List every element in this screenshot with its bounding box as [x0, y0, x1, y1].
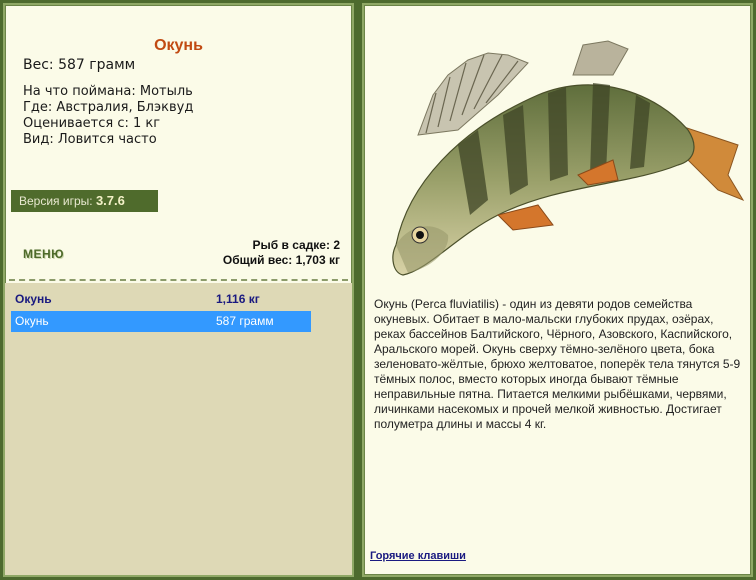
catch-weight: 587 грамм	[216, 314, 274, 328]
fish-value: Оценивается с: 1 кг	[23, 116, 161, 131]
catch-weight: 1,116 кг	[216, 292, 260, 306]
catch-name: Окунь	[15, 314, 49, 328]
fish-weight: Вес: 587 грамм	[23, 57, 136, 73]
version-label: Версия игры:	[19, 194, 96, 208]
fish-description: Окунь (Perca fluviatilis) - один из девя…	[374, 297, 741, 431]
fish-info-panel: Окунь Вес: 587 грамм На что поймана: Мот…	[3, 3, 354, 577]
version-number: 3.7.6	[95, 193, 125, 208]
keepnet-count: Рыб в садке: 2	[252, 238, 340, 252]
fish-bait: На что поймана: Мотыль	[23, 84, 193, 99]
menu-button[interactable]: МЕНЮ	[23, 247, 64, 261]
keepnet-total-weight: Общий вес: 1,703 кг	[222, 253, 340, 267]
game-version-badge: Версия игры: 3.7.6	[11, 190, 158, 212]
fish-location: Где: Австралия, Блэквуд	[23, 100, 194, 115]
hotkeys-link[interactable]: Горячие клавиши	[370, 550, 466, 562]
perch-fish-image	[392, 40, 745, 276]
keepnet-stats: Рыб в садке: 2 Общий вес: 1,703 кг	[223, 238, 340, 268]
catch-row-1[interactable]: Окунь 1,116 кг	[11, 289, 311, 310]
fish-title: Окунь	[154, 37, 203, 54]
fish-frequency: Вид: Ловится часто	[23, 132, 157, 147]
divider	[9, 279, 348, 281]
fish-description-panel: Окунь (Perca fluviatilis) - один из девя…	[362, 3, 753, 577]
catch-row-2-selected[interactable]: Окунь 587 грамм	[11, 311, 311, 332]
catch-name: Окунь	[15, 292, 52, 306]
